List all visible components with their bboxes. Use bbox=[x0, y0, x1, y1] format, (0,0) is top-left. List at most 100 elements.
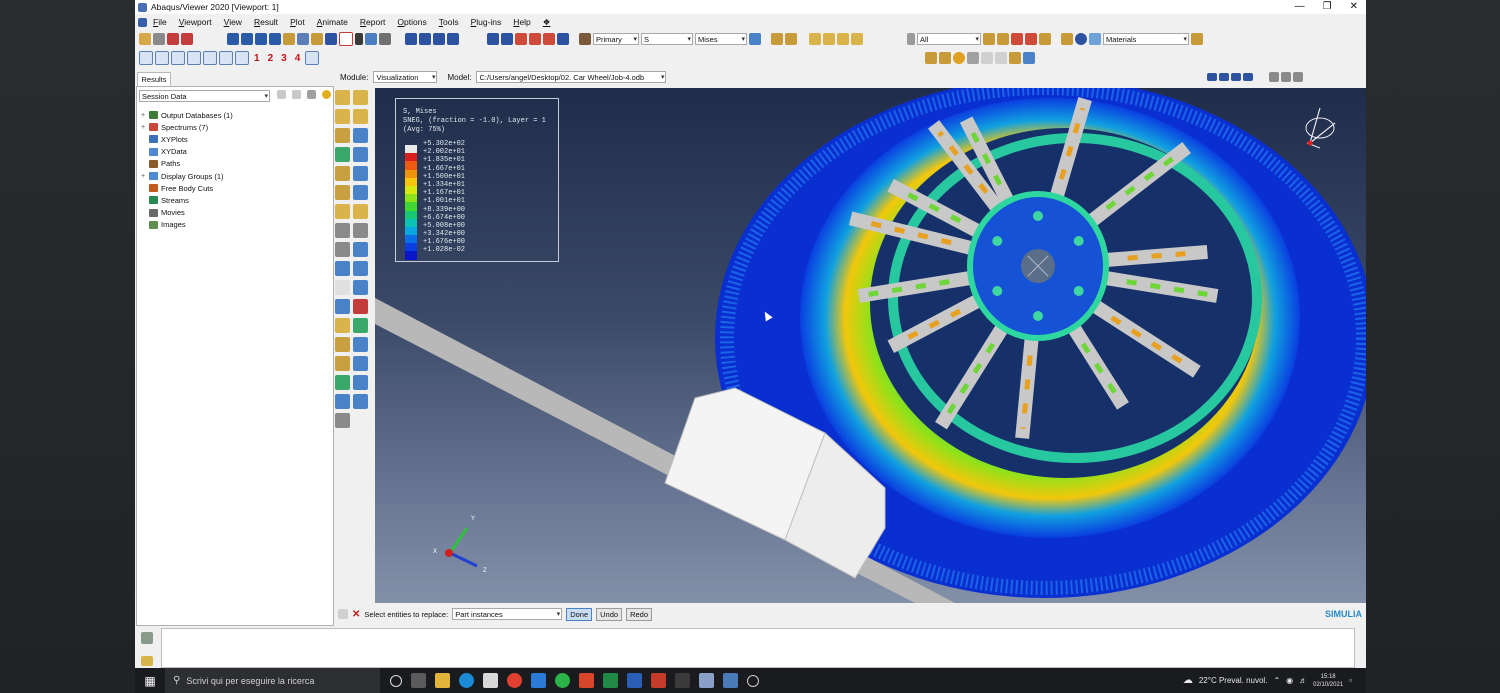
toolbox-tool-icon[interactable] bbox=[335, 299, 350, 314]
undo-button[interactable]: Undo bbox=[596, 607, 623, 621]
list-icon[interactable] bbox=[379, 33, 391, 45]
toolbox-tool-icon[interactable] bbox=[335, 413, 350, 428]
menu-plot[interactable]: Plot bbox=[290, 17, 305, 27]
menu-tools[interactable]: Tools bbox=[439, 17, 459, 27]
toolbox-tool-icon[interactable] bbox=[335, 166, 350, 181]
copy-icon[interactable] bbox=[1293, 72, 1303, 82]
layout-4-button[interactable]: 4 bbox=[295, 53, 301, 64]
step-select[interactable]: Primary bbox=[593, 33, 639, 46]
toolbox-tool-icon[interactable] bbox=[353, 318, 368, 333]
python-icon[interactable] bbox=[141, 656, 153, 666]
magnify-icon[interactable] bbox=[515, 33, 527, 45]
line-icon[interactable] bbox=[325, 33, 337, 45]
datum-icon-5[interactable] bbox=[203, 51, 217, 65]
tree-item[interactable]: Movies bbox=[141, 207, 233, 219]
tab-results[interactable]: Results bbox=[137, 72, 171, 86]
anim-first-icon[interactable] bbox=[1207, 73, 1217, 81]
toolbox-tool-icon[interactable] bbox=[335, 90, 350, 105]
redo-button[interactable]: Redo bbox=[626, 607, 652, 621]
perspective-icon[interactable] bbox=[1009, 52, 1021, 64]
display-group-icon[interactable] bbox=[983, 33, 995, 45]
datum-icon-2[interactable] bbox=[155, 51, 169, 65]
viewport[interactable]: Y X Z S, Mises SNEG, (fraction = -1.0), … bbox=[375, 88, 1366, 603]
excel-icon[interactable] bbox=[603, 673, 618, 688]
toolbox-tool-icon[interactable] bbox=[353, 337, 368, 352]
toolbox-tool-icon[interactable] bbox=[353, 356, 368, 371]
weather-text[interactable]: 22°C Preval. nuvol. bbox=[1199, 676, 1268, 685]
toolbox-tool-icon[interactable] bbox=[335, 204, 350, 219]
anim-next-icon[interactable] bbox=[1231, 73, 1241, 81]
palette-icon[interactable] bbox=[1089, 33, 1101, 45]
prompt-back-icon[interactable] bbox=[338, 609, 348, 619]
cycle-icon[interactable] bbox=[557, 33, 569, 45]
message-icon[interactable] bbox=[141, 632, 153, 644]
menu-file[interactable]: File bbox=[153, 17, 167, 27]
file-explorer-icon[interactable] bbox=[435, 673, 450, 688]
toolbox-tool-icon[interactable] bbox=[353, 280, 368, 295]
save-frame-icon[interactable] bbox=[1281, 72, 1291, 82]
toolbox-tool-icon[interactable] bbox=[335, 356, 350, 371]
zoom-box-icon[interactable] bbox=[529, 33, 541, 45]
start-button[interactable]: ▦ bbox=[135, 668, 165, 693]
toolbox-tool-icon[interactable] bbox=[353, 394, 368, 409]
step-icon[interactable] bbox=[579, 33, 591, 45]
cut-icon[interactable] bbox=[167, 33, 179, 45]
pointer-icon[interactable] bbox=[355, 33, 363, 45]
datum-icon-8[interactable] bbox=[305, 51, 320, 65]
variable-select[interactable]: S bbox=[641, 33, 693, 46]
clock[interactable]: 15:18 02/10/2021 bbox=[1313, 673, 1343, 689]
contour-icon[interactable] bbox=[771, 33, 783, 45]
toolbox-tool-icon[interactable] bbox=[353, 128, 368, 143]
cortana-icon[interactable] bbox=[390, 674, 402, 687]
tool-icon[interactable] bbox=[1269, 72, 1279, 82]
datum-icon-7[interactable] bbox=[235, 51, 249, 65]
toolbox-tool-icon[interactable] bbox=[335, 261, 350, 276]
session-data-select[interactable]: Session Data bbox=[139, 90, 270, 103]
acrobat-icon[interactable] bbox=[651, 673, 666, 688]
tree-item[interactable]: Streams bbox=[141, 194, 233, 206]
toolbox-tool-icon[interactable] bbox=[353, 185, 368, 200]
menu-report[interactable]: Report bbox=[360, 17, 386, 27]
filter-select[interactable]: All bbox=[917, 33, 981, 46]
grid-icon[interactable] bbox=[365, 33, 377, 45]
tree-item[interactable]: + Display Groups (1) bbox=[141, 170, 233, 182]
tree-item[interactable]: Images bbox=[141, 219, 233, 231]
toolbox-tool-icon[interactable] bbox=[353, 204, 368, 219]
prompt-cancel-icon[interactable]: ✕ bbox=[352, 609, 360, 620]
datum-icon-6[interactable] bbox=[219, 51, 233, 65]
close-icon[interactable]: ✕ bbox=[1350, 0, 1358, 14]
restore-icon[interactable]: ❐ bbox=[1323, 0, 1332, 14]
toolbox-tool-icon[interactable] bbox=[353, 299, 368, 314]
toolbox-tool-icon[interactable] bbox=[353, 90, 368, 105]
toolbox-tool-icon[interactable] bbox=[353, 242, 368, 257]
pan-icon[interactable] bbox=[487, 33, 499, 45]
viewer-task-icon[interactable] bbox=[723, 673, 738, 688]
task-view-icon[interactable] bbox=[411, 673, 426, 688]
layout-2-button[interactable]: 2 bbox=[268, 53, 274, 64]
toolbox-tool-icon[interactable] bbox=[335, 128, 350, 143]
datum-icon-4[interactable] bbox=[187, 51, 201, 65]
message-box[interactable] bbox=[161, 628, 1355, 668]
toolbox-tool-icon[interactable] bbox=[353, 166, 368, 181]
hidden-icon[interactable] bbox=[981, 52, 993, 64]
toolbox-tool-icon[interactable] bbox=[335, 223, 350, 238]
notifications-icon[interactable]: ▫ bbox=[1349, 676, 1352, 685]
toolbox-tool-icon[interactable] bbox=[353, 261, 368, 276]
toolbox-tool-icon[interactable] bbox=[335, 280, 350, 295]
text-icon[interactable] bbox=[339, 32, 353, 46]
tree-item[interactable]: Paths bbox=[141, 158, 233, 170]
tree-filter-icon[interactable] bbox=[277, 90, 286, 99]
toolbox-tool-icon[interactable] bbox=[353, 375, 368, 390]
tree-item[interactable]: Free Body Cuts bbox=[141, 182, 233, 194]
menu-result[interactable]: Result bbox=[254, 17, 278, 27]
toolbox-tool-icon[interactable] bbox=[335, 185, 350, 200]
field-output-select[interactable]: Mises bbox=[695, 33, 747, 46]
field-refresh-icon[interactable] bbox=[749, 33, 761, 45]
tree-expander[interactable]: + bbox=[141, 124, 149, 131]
toolbox-tool-icon[interactable] bbox=[335, 337, 350, 352]
tree-item[interactable]: XYData bbox=[141, 146, 233, 158]
translucency-icon[interactable] bbox=[995, 52, 1007, 64]
camera-icon[interactable] bbox=[283, 33, 295, 45]
tree-collapse-icon[interactable] bbox=[292, 90, 301, 99]
done-button[interactable]: Done bbox=[566, 607, 593, 621]
